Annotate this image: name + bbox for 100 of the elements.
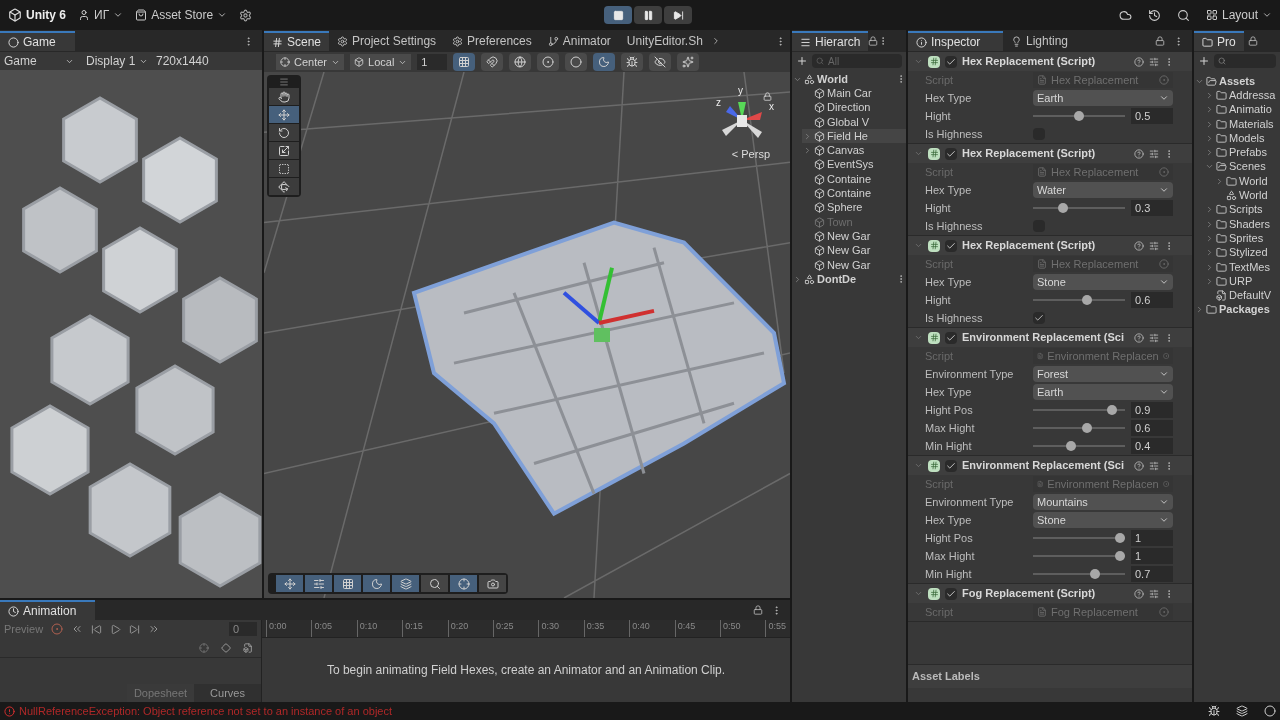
component-header[interactable]: Hex Replacement (Script): [908, 52, 1192, 71]
enable-checkbox[interactable]: [945, 331, 957, 344]
grip-icon[interactable]: [279, 77, 289, 87]
hierarchy-item[interactable]: New Gar: [802, 257, 906, 273]
snap-view-button[interactable]: [481, 53, 504, 71]
slider-thumb[interactable]: [1082, 423, 1093, 433]
tab[interactable]: Animator: [539, 31, 619, 51]
camera-overlay-button[interactable]: [479, 575, 506, 592]
grid-view-button[interactable]: [453, 53, 476, 71]
tab[interactable]: Hierarch: [792, 31, 869, 51]
project-item[interactable]: DefaultV: [1204, 288, 1280, 303]
rotate-tool-button[interactable]: [269, 124, 299, 141]
timeline-ruler[interactable]: 0:00 0:05 0:10 0:15 0:20 0:25 0:30 0:35 0:40 0:45 0:50 0:55: [262, 620, 790, 638]
add-icon[interactable]: [796, 55, 808, 67]
lock-icon[interactable]: [1247, 36, 1258, 46]
slider[interactable]: [1033, 295, 1125, 305]
mode-dropdown[interactable]: Game: [0, 52, 78, 70]
rect-tool-button[interactable]: [269, 160, 299, 177]
presets-icon[interactable]: [1149, 56, 1159, 67]
presets-icon[interactable]: [1149, 460, 1159, 471]
tab[interactable]: Inspector: [908, 31, 1003, 51]
hierarchy-item[interactable]: World: [792, 72, 906, 87]
project-item[interactable]: Assets: [1194, 74, 1280, 89]
project-item[interactable]: Models: [1204, 131, 1280, 146]
hierarchy-item[interactable]: Canvas: [802, 143, 906, 158]
layers-overlay-button[interactable]: [392, 575, 419, 592]
tab[interactable]: Project Settings: [329, 31, 445, 51]
tab[interactable]: Game: [0, 31, 75, 51]
slider-thumb[interactable]: [1090, 569, 1101, 579]
debug-icon[interactable]: [1208, 705, 1220, 717]
account-button[interactable]: ИГ: [78, 6, 124, 24]
stop-button[interactable]: [604, 6, 633, 24]
slider-thumb[interactable]: [1074, 111, 1084, 121]
hierarchy-item[interactable]: New Gar: [802, 229, 906, 244]
project-item[interactable]: World: [1214, 188, 1280, 203]
value-field[interactable]: 0.7: [1131, 566, 1173, 582]
enable-checkbox[interactable]: [945, 239, 957, 252]
move-tool-button[interactable]: [269, 106, 299, 123]
slider-thumb[interactable]: [1082, 295, 1093, 305]
wire-view-button[interactable]: [509, 53, 532, 71]
hierarchy-item[interactable]: Main Car: [802, 86, 906, 101]
hierarchy-item[interactable]: EventSys: [802, 157, 906, 173]
dropdown[interactable]: Forest: [1033, 366, 1173, 382]
add-icon[interactable]: [1198, 55, 1210, 67]
enable-checkbox[interactable]: [945, 459, 957, 472]
asset-labels-header[interactable]: Asset Labels: [912, 668, 980, 685]
gizmos-view-button[interactable]: [621, 53, 644, 71]
project-item[interactable]: URP: [1204, 274, 1280, 289]
component-header[interactable]: Hex Replacement (Script): [908, 144, 1192, 163]
pause-button[interactable]: [634, 6, 663, 24]
record-icon[interactable]: [51, 623, 64, 635]
frame-field[interactable]: 0: [229, 622, 257, 636]
slider[interactable]: [1033, 405, 1125, 415]
value-field[interactable]: 1: [1131, 548, 1173, 564]
tab[interactable]: Animation: [0, 600, 95, 620]
lit-view-button[interactable]: [593, 53, 616, 71]
hierarchy-item[interactable]: Containe: [802, 172, 906, 187]
project-item[interactable]: Scripts: [1204, 202, 1280, 217]
project-item[interactable]: Materials: [1204, 116, 1280, 132]
hierarchy-item[interactable]: Global V: [802, 114, 906, 130]
slider-thumb[interactable]: [1065, 441, 1076, 451]
project-item[interactable]: Animatio: [1204, 102, 1280, 117]
play-icon[interactable]: [110, 623, 122, 635]
lock-icon[interactable]: [763, 92, 772, 101]
slider-thumb[interactable]: [1057, 203, 1068, 213]
presets-icon[interactable]: [1149, 148, 1159, 159]
hierarchy-item[interactable]: New Gar: [802, 243, 906, 258]
component-header[interactable]: Environment Replacement (Sci: [908, 328, 1192, 347]
tab[interactable]: Preferences: [444, 31, 540, 51]
tab[interactable]: Scene: [264, 31, 330, 51]
fx-view-button[interactable]: [677, 53, 700, 71]
project-item[interactable]: Prefabs: [1204, 145, 1280, 160]
dropdown[interactable]: Stone: [1033, 274, 1173, 290]
dropdown[interactable]: Earth: [1033, 384, 1173, 400]
lock-icon[interactable]: [1155, 36, 1165, 46]
presets-icon[interactable]: [1149, 240, 1159, 251]
search-field[interactable]: [1214, 54, 1276, 68]
help-icon[interactable]: [1134, 588, 1144, 599]
slider-thumb[interactable]: [1115, 533, 1125, 543]
checkbox[interactable]: [1033, 312, 1045, 324]
lock-icon[interactable]: [868, 36, 879, 46]
presets-icon[interactable]: [1149, 332, 1159, 343]
settings-icon[interactable]: [239, 8, 253, 22]
slider-thumb[interactable]: [1106, 405, 1117, 415]
component-header[interactable]: Fog Replacement (Script): [908, 584, 1192, 603]
snap-field[interactable]: 1: [417, 54, 448, 70]
value-field[interactable]: 0.3: [1131, 200, 1173, 216]
settings-overlay-button[interactable]: [305, 575, 332, 592]
asset-store-button[interactable]: Asset Store: [135, 6, 228, 24]
hierarchy-item[interactable]: Field He: [802, 129, 906, 144]
dropdown[interactable]: Earth: [1033, 90, 1173, 106]
hierarchy-item[interactable]: DontDe: [792, 272, 906, 287]
tab[interactable]: UnityEditor.Sh: [618, 31, 711, 51]
enable-checkbox[interactable]: [945, 587, 957, 600]
value-field[interactable]: 1: [1131, 530, 1173, 546]
hierarchy-item[interactable]: Sphere: [802, 200, 906, 215]
moon-overlay-button[interactable]: [363, 575, 390, 592]
previous-frame-icon[interactable]: [91, 623, 103, 635]
search-icon[interactable]: [1176, 8, 1190, 22]
project-item[interactable]: Stylized: [1204, 245, 1280, 260]
